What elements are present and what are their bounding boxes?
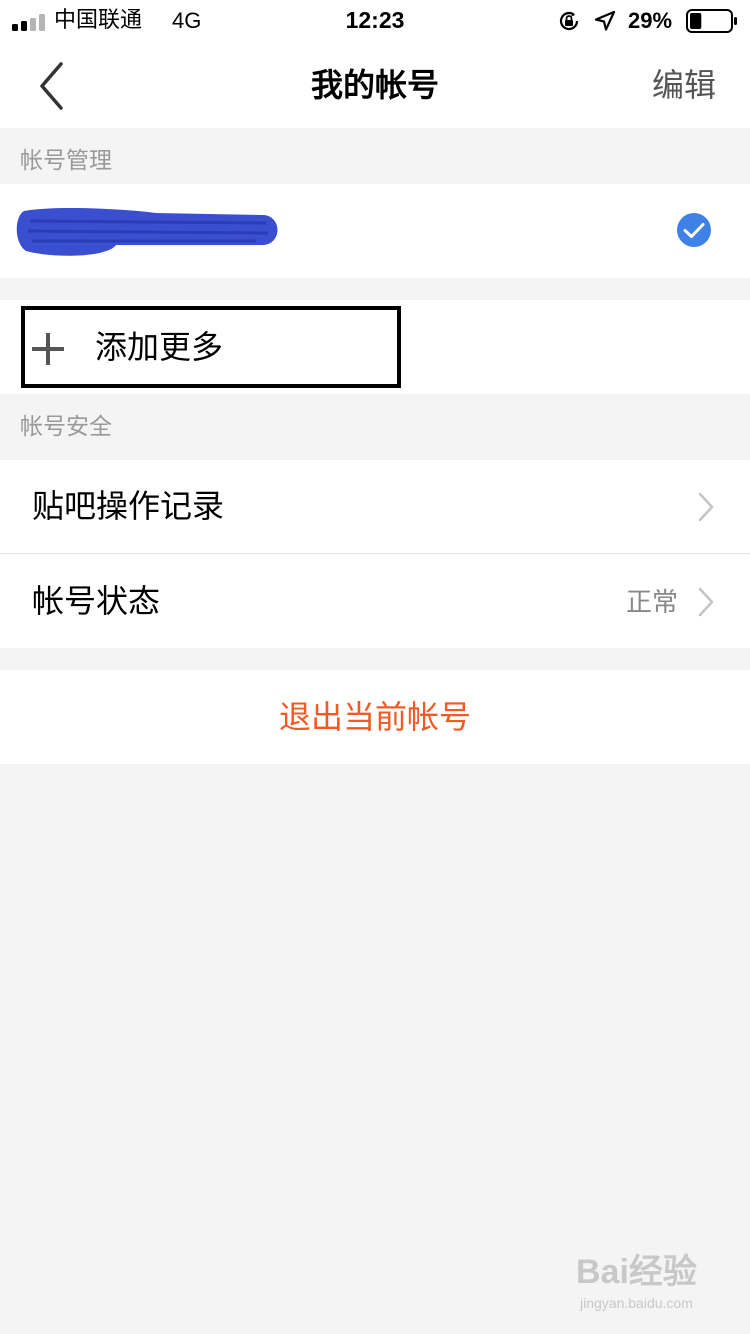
account-status-value: 正常: [625, 588, 678, 618]
check-circle-icon[interactable]: [676, 212, 712, 248]
plus-icon: [32, 333, 64, 365]
battery-percent: 29%: [628, 8, 673, 33]
section-header-account-management: 帐号管理: [20, 148, 112, 174]
logout-button[interactable]: 退出当前帐号: [0, 670, 750, 764]
list-item-account-status[interactable]: 帐号状态 正常: [0, 554, 750, 648]
baidu-jingyan-watermark: Bai经验 jingyan.baidu.com: [576, 1252, 716, 1320]
logout-label: 退出当前帐号: [278, 698, 471, 736]
location-arrow-icon: [594, 10, 616, 31]
watermark-url: jingyan.baidu.com: [580, 1295, 693, 1311]
section-header-account-security: 帐号安全: [20, 414, 112, 440]
account-row[interactable]: [0, 184, 750, 278]
list-item-label: 贴吧操作记录: [32, 487, 225, 525]
list-item-label: 帐号状态: [32, 582, 161, 620]
page-title: 我的帐号: [310, 66, 439, 104]
orientation-lock-icon: [559, 11, 579, 31]
nav-bar: 我的帐号 编辑: [0, 44, 750, 128]
chevron-right-icon: [698, 492, 714, 522]
battery-icon: [686, 9, 737, 33]
list-item-operation-records[interactable]: 贴吧操作记录: [0, 460, 750, 554]
edit-button[interactable]: 编辑: [652, 64, 716, 106]
watermark-logo: Bai经验: [576, 1253, 697, 1291]
add-more-label: 添加更多: [95, 328, 224, 366]
status-bar: 中国联通 4G 12:23 29%: [0, 0, 750, 44]
redacted-account-name: [16, 207, 278, 256]
chevron-right-icon: [698, 587, 714, 617]
